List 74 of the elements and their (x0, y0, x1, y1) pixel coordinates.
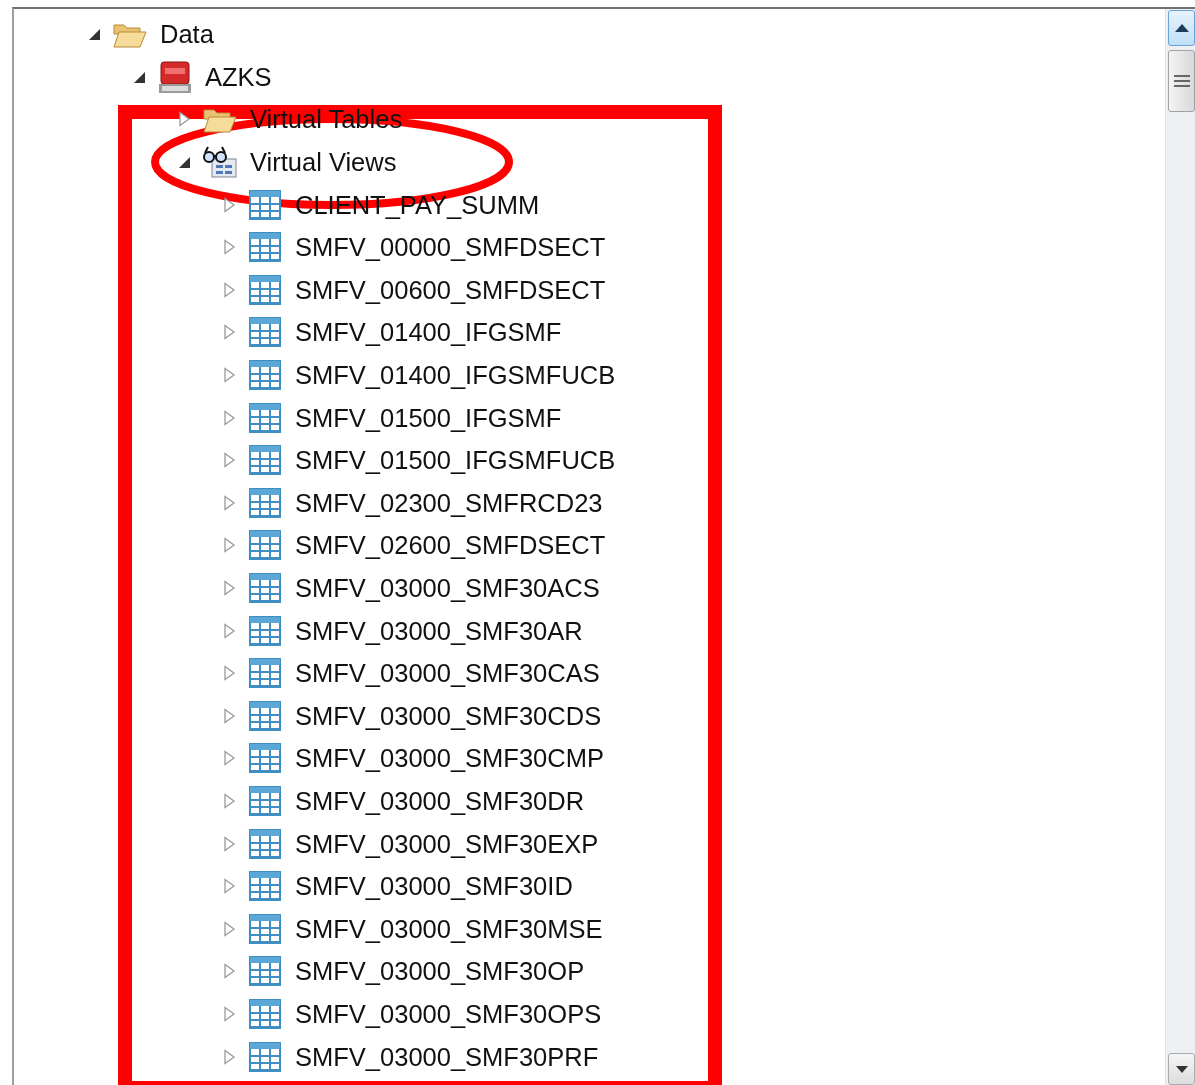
tree-item-label[interactable]: AZKS (205, 62, 272, 91)
tree-item-label[interactable]: SMFV_03000_SMF30EXP (295, 829, 599, 858)
expand-arrow-icon[interactable] (221, 622, 237, 639)
table-icon (247, 826, 283, 861)
table-icon (247, 911, 283, 946)
table-icon (247, 571, 283, 605)
expand-arrow-icon[interactable] (221, 324, 237, 341)
tree-item-label[interactable]: SMFV_01400_IFGSMF (295, 318, 562, 347)
tree-item-label[interactable]: SMFV_03000_SMF30DR (295, 786, 585, 815)
expand-arrow-icon[interactable] (176, 111, 192, 128)
table-icon (247, 400, 283, 435)
tree-item-label[interactable]: SMFV_03000_SMF30ID (295, 872, 573, 901)
table-icon (247, 528, 283, 563)
tree-item-label[interactable]: SMFV_03000_SMF30CAS (295, 659, 600, 688)
grip-icon (1173, 75, 1190, 87)
expand-arrow-icon[interactable] (221, 1005, 237, 1022)
table-icon (247, 656, 283, 691)
table-icon (247, 741, 283, 776)
tree-item-label[interactable]: SMFV_03000_SMF30CDS (295, 701, 602, 730)
expand-arrow-icon[interactable] (221, 196, 237, 213)
expand-arrow-icon[interactable] (221, 580, 237, 596)
expand-arrow-icon[interactable] (221, 1048, 237, 1065)
tree-item-label[interactable]: SMFV_00600_SMFDSECT (295, 275, 606, 304)
tree-item-label[interactable]: Data (160, 20, 214, 49)
table-icon (247, 230, 283, 265)
table-icon (247, 1039, 283, 1074)
tree-item-label[interactable]: SMFV_03000_SMF30OPS (295, 999, 602, 1028)
tree-item-label[interactable]: SMFV_02300_SMFRCD23 (295, 488, 603, 517)
table-icon (247, 187, 283, 222)
tree-item-label[interactable]: SMFV_01500_IFGSMF (295, 403, 562, 432)
expand-arrow-icon[interactable] (221, 281, 237, 298)
glasses-table-icon (202, 145, 238, 180)
expand-arrow-icon[interactable] (221, 707, 237, 724)
expand-arrow-icon[interactable] (221, 665, 237, 682)
scroll-thumb[interactable] (1168, 50, 1195, 112)
expand-arrow-icon[interactable] (221, 793, 237, 809)
table-icon (247, 784, 283, 818)
table-icon (247, 954, 283, 989)
expand-arrow-icon[interactable] (221, 920, 237, 937)
table-icon (247, 996, 283, 1031)
table-icon (247, 272, 283, 307)
down-arrow-icon (1175, 1065, 1188, 1073)
tree-item-label[interactable]: SMFV_03000_SMF30ACS (295, 574, 600, 603)
tree-item-label[interactable]: SMFV_01400_IFGSMFUCB (295, 361, 616, 390)
scroll-down-button[interactable] (1168, 1053, 1195, 1085)
table-icon (247, 485, 283, 520)
expand-arrow-icon[interactable] (221, 452, 237, 469)
table-icon (247, 869, 283, 904)
table-icon (247, 613, 283, 648)
expand-arrow-icon[interactable] (221, 239, 237, 256)
expand-arrow-icon[interactable] (221, 494, 237, 511)
tree-item-label[interactable]: SMFV_03000_SMF30OP (295, 957, 585, 986)
tree-item-label[interactable]: Virtual Views (250, 148, 397, 177)
expand-arrow-icon[interactable] (221, 750, 237, 767)
tree-item-label[interactable]: SMFV_03000_SMF30AR (295, 616, 583, 645)
tree-item-label[interactable]: SMFV_03000_SMF30MSE (295, 914, 603, 943)
expand-arrow-icon[interactable] (221, 367, 237, 384)
expand-arrow-icon[interactable] (221, 835, 237, 852)
table-icon (247, 315, 283, 350)
up-arrow-icon (1174, 24, 1189, 32)
tree-item-label[interactable]: SMFV_01500_IFGSMFUCB (295, 446, 616, 475)
tree-item-label[interactable]: SMFV_03000_SMF30PRF (295, 1042, 599, 1071)
tree-item-label[interactable]: SMFV_03000_SMF30CMP (295, 744, 604, 773)
expand-arrow-icon[interactable] (221, 963, 237, 980)
table-icon (247, 358, 283, 393)
scroll-up-button[interactable] (1168, 10, 1195, 46)
database-icon (157, 59, 193, 94)
tree-item-label[interactable]: SMFV_00000_SMFDSECT (295, 233, 606, 262)
table-icon (247, 698, 283, 733)
expand-arrow-icon[interactable] (221, 409, 237, 426)
tree-item-label[interactable]: SMFV_02600_SMFDSECT (295, 531, 606, 560)
expand-arrow-icon[interactable] (221, 878, 237, 895)
expand-arrow-icon[interactable] (221, 537, 237, 554)
table-icon (247, 443, 283, 478)
